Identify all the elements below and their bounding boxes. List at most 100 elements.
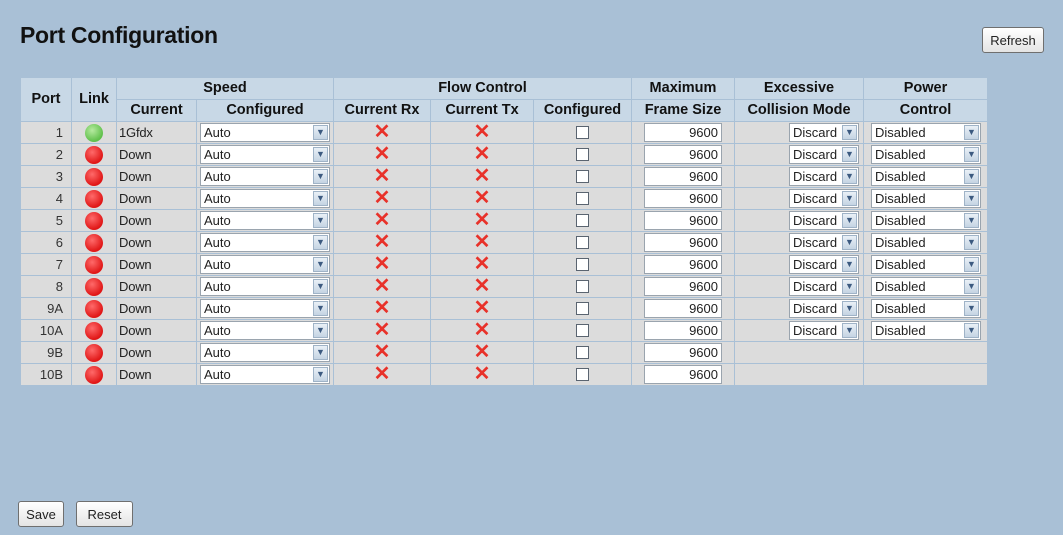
flow-control-checkbox[interactable] — [576, 192, 589, 205]
chevron-down-icon[interactable]: ▼ — [964, 323, 979, 338]
speed-configured-select[interactable]: Auto ▼ — [200, 123, 330, 142]
save-button[interactable]: Save — [18, 501, 64, 527]
chevron-down-icon[interactable]: ▼ — [842, 191, 857, 206]
max-frame-size-input[interactable]: 9600 — [644, 145, 722, 164]
table-row: 9B Down Auto ▼ ✕ ✕ 9600 — [21, 342, 987, 363]
collision-mode-cell: Discard ▼ — [735, 298, 863, 319]
collision-mode-select[interactable]: Discard ▼ — [789, 321, 859, 340]
power-control-select[interactable]: Disabled ▼ — [871, 211, 981, 230]
collision-mode-select[interactable]: Discard ▼ — [789, 123, 859, 142]
chevron-down-icon[interactable]: ▼ — [964, 279, 979, 294]
chevron-down-icon[interactable]: ▼ — [313, 301, 328, 316]
collision-mode-select[interactable]: Discard ▼ — [789, 211, 859, 230]
flow-control-checkbox[interactable] — [576, 302, 589, 315]
flow-control-checkbox[interactable] — [576, 280, 589, 293]
flow-control-checkbox[interactable] — [576, 214, 589, 227]
chevron-down-icon[interactable]: ▼ — [313, 191, 328, 206]
collision-mode-select[interactable]: Discard ▼ — [789, 189, 859, 208]
flow-control-checkbox[interactable] — [576, 170, 589, 183]
power-control-select[interactable]: Disabled ▼ — [871, 233, 981, 252]
chevron-down-icon[interactable]: ▼ — [313, 169, 328, 184]
chevron-down-icon[interactable]: ▼ — [964, 147, 979, 162]
chevron-down-icon[interactable]: ▼ — [313, 235, 328, 250]
chevron-down-icon[interactable]: ▼ — [842, 323, 857, 338]
port-number: 8 — [21, 276, 71, 297]
max-frame-size-input[interactable]: 9600 — [644, 321, 722, 340]
collision-mode-select[interactable]: Discard ▼ — [789, 233, 859, 252]
speed-configured-select[interactable]: Auto ▼ — [200, 189, 330, 208]
chevron-down-icon[interactable]: ▼ — [313, 125, 328, 140]
power-control-select[interactable]: Disabled ▼ — [871, 299, 981, 318]
chevron-down-icon[interactable]: ▼ — [964, 257, 979, 272]
max-frame-size-input[interactable]: 9600 — [644, 189, 722, 208]
collision-mode-select[interactable]: Discard ▼ — [789, 299, 859, 318]
speed-configured-select[interactable]: Auto ▼ — [200, 167, 330, 186]
flow-control-checkbox[interactable] — [576, 148, 589, 161]
max-frame-size-input[interactable]: 9600 — [644, 255, 722, 274]
speed-configured-select[interactable]: Auto ▼ — [200, 343, 330, 362]
max-frame-size-input[interactable]: 9600 — [644, 343, 722, 362]
chevron-down-icon[interactable]: ▼ — [964, 191, 979, 206]
chevron-down-icon[interactable]: ▼ — [842, 147, 857, 162]
chevron-down-icon[interactable]: ▼ — [313, 213, 328, 228]
speed-configured-select[interactable]: Auto ▼ — [200, 211, 330, 230]
collision-mode-select[interactable]: Discard ▼ — [789, 145, 859, 164]
max-frame-cell: 9600 — [632, 320, 734, 341]
speed-configured-select[interactable]: Auto ▼ — [200, 233, 330, 252]
chevron-down-icon[interactable]: ▼ — [313, 367, 328, 382]
max-frame-cell: 9600 — [632, 298, 734, 319]
speed-configured-select[interactable]: Auto ▼ — [200, 299, 330, 318]
power-control-select[interactable]: Disabled ▼ — [871, 123, 981, 142]
flow-control-checkbox[interactable] — [576, 324, 589, 337]
max-frame-size-input[interactable]: 9600 — [644, 365, 722, 384]
fc-current-tx-cell: ✕ — [431, 188, 533, 209]
max-frame-size-input[interactable]: 9600 — [644, 277, 722, 296]
power-control-cell: Disabled ▼ — [864, 144, 987, 165]
chevron-down-icon[interactable]: ▼ — [842, 301, 857, 316]
chevron-down-icon[interactable]: ▼ — [313, 345, 328, 360]
collision-mode-select[interactable]: Discard ▼ — [789, 277, 859, 296]
power-control-select[interactable]: Disabled ▼ — [871, 321, 981, 340]
speed-configured-select[interactable]: Auto ▼ — [200, 145, 330, 164]
chevron-down-icon[interactable]: ▼ — [842, 235, 857, 250]
speed-configured-select[interactable]: Auto ▼ — [200, 321, 330, 340]
chevron-down-icon[interactable]: ▼ — [964, 235, 979, 250]
power-control-select[interactable]: Disabled ▼ — [871, 277, 981, 296]
flow-control-checkbox[interactable] — [576, 258, 589, 271]
chevron-down-icon[interactable]: ▼ — [842, 169, 857, 184]
chevron-down-icon[interactable]: ▼ — [313, 257, 328, 272]
collision-mode-select[interactable]: Discard ▼ — [789, 167, 859, 186]
refresh-button[interactable]: Refresh — [982, 27, 1044, 53]
chevron-down-icon[interactable]: ▼ — [842, 213, 857, 228]
max-frame-size-input[interactable]: 9600 — [644, 299, 722, 318]
chevron-down-icon[interactable]: ▼ — [842, 125, 857, 140]
power-control-select[interactable]: Disabled ▼ — [871, 145, 981, 164]
chevron-down-icon[interactable]: ▼ — [964, 301, 979, 316]
chevron-down-icon[interactable]: ▼ — [964, 169, 979, 184]
power-control-select[interactable]: Disabled ▼ — [871, 189, 981, 208]
chevron-down-icon[interactable]: ▼ — [964, 213, 979, 228]
chevron-down-icon[interactable]: ▼ — [313, 147, 328, 162]
chevron-down-icon[interactable]: ▼ — [842, 279, 857, 294]
chevron-down-icon[interactable]: ▼ — [842, 257, 857, 272]
max-frame-size-input[interactable]: 9600 — [644, 167, 722, 186]
power-control-select[interactable]: Disabled ▼ — [871, 167, 981, 186]
collision-mode-value: Discard — [793, 257, 838, 272]
chevron-down-icon[interactable]: ▼ — [313, 279, 328, 294]
speed-configured-select[interactable]: Auto ▼ — [200, 255, 330, 274]
max-frame-size-input[interactable]: 9600 — [644, 211, 722, 230]
max-frame-size-input[interactable]: 9600 — [644, 233, 722, 252]
speed-current: Down — [117, 276, 196, 297]
power-control-select[interactable]: Disabled ▼ — [871, 255, 981, 274]
flow-control-checkbox[interactable] — [576, 368, 589, 381]
flow-control-checkbox[interactable] — [576, 126, 589, 139]
chevron-down-icon[interactable]: ▼ — [313, 323, 328, 338]
speed-configured-select[interactable]: Auto ▼ — [200, 365, 330, 384]
collision-mode-select[interactable]: Discard ▼ — [789, 255, 859, 274]
flow-control-checkbox[interactable] — [576, 346, 589, 359]
reset-button[interactable]: Reset — [76, 501, 133, 527]
max-frame-size-input[interactable]: 9600 — [644, 123, 722, 142]
speed-configured-select[interactable]: Auto ▼ — [200, 277, 330, 296]
flow-control-checkbox[interactable] — [576, 236, 589, 249]
chevron-down-icon[interactable]: ▼ — [964, 125, 979, 140]
